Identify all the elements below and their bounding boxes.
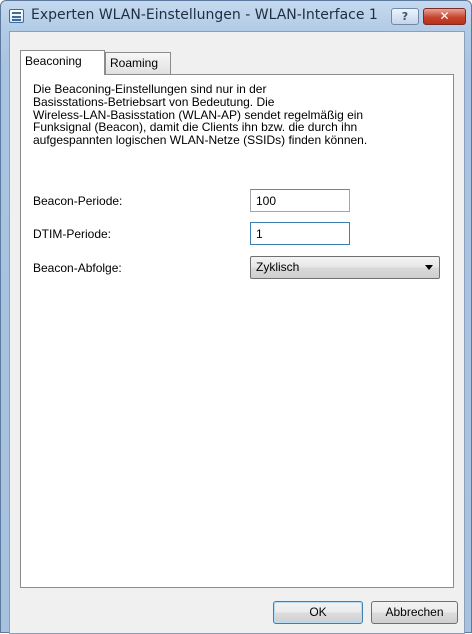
ok-button[interactable]: OK — [273, 601, 363, 624]
tab-beaconing[interactable]: Beaconing — [20, 50, 105, 75]
chevron-down-icon — [425, 265, 433, 270]
title-bar[interactable]: Experten WLAN-Einstellungen - WLAN-Inter… — [1, 1, 471, 31]
beaconing-panel: Die Beaconing-Einstellungen sind nur in … — [20, 74, 454, 588]
beacon-period-input[interactable] — [250, 189, 350, 212]
description-line: Die Beaconing-Einstellungen sind nur in … — [33, 82, 267, 96]
beacon-order-value: Zyklisch — [256, 260, 300, 274]
beacon-order-select[interactable]: Zyklisch — [250, 256, 440, 279]
window-title: Experten WLAN-Einstellungen - WLAN-Inter… — [31, 7, 378, 23]
window-icon — [9, 9, 24, 23]
description-text: Die Beaconing-Einstellungen sind nur in … — [33, 83, 443, 147]
description-line: aufgespannten logischen WLAN-Netze (SSID… — [33, 133, 368, 148]
beacon-period-label: Beacon-Periode: — [33, 194, 123, 208]
dialog-window: Experten WLAN-Einstellungen - WLAN-Inter… — [0, 0, 472, 634]
description-line: Basisstations-Betriebsart von Bedeutung.… — [33, 94, 275, 109]
cancel-button[interactable]: Abbrechen — [371, 601, 458, 624]
help-button[interactable]: ? — [391, 8, 419, 25]
beacon-order-label: Beacon-Abfolge: — [33, 261, 122, 275]
tab-roaming[interactable]: Roaming — [105, 52, 171, 74]
dtim-period-label: DTIM-Periode: — [33, 227, 112, 241]
close-button[interactable]: ✕ — [423, 8, 466, 25]
dialog-client-area: Beaconing Roaming Die Beaconing-Einstell… — [9, 31, 465, 634]
dtim-period-input[interactable] — [250, 222, 350, 245]
